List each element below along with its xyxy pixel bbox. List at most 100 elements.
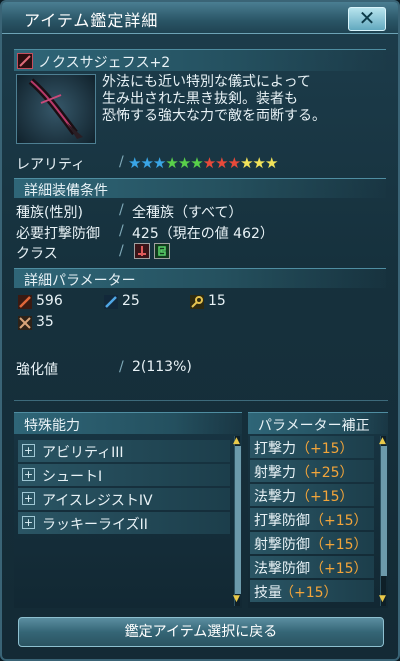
bonus-label: 打撃力 [254,441,296,457]
bonus-row: 打撃防御 （+15） [250,508,374,530]
description-line: 恐怖する強大な力で敵を両断する。 [102,108,326,124]
bonus-label: 射撃防御 [254,537,310,553]
item-appraisal-window: アイテム鑑定詳細 ✕ ノクスサジェフス+2 外法にも近い特別な儀式によって 生み… [0,0,400,661]
ability-label: アビリティIII [42,445,124,461]
rarity-star-icon: ★ [140,154,153,172]
bonus-row: 射撃防御 （+15） [250,532,374,554]
special-abilities-panel: 特殊能力 + アビリティIII + シュートI + アイスレジストIV + ラッ… [14,412,242,608]
ability-label: アイスレジストIV [42,493,153,509]
bonus-value: （+15） [310,513,368,529]
ranged-attack-icon [104,295,118,309]
expand-plus-icon[interactable]: + [22,444,35,457]
bonus-row: 法撃力 （+15） [250,484,374,506]
grind-label: 強化値 [16,362,58,378]
rarity-star-icon: ★ [264,154,278,172]
def-separator: / [119,223,124,239]
bonus-value: （+15） [310,537,368,553]
bonus-scrollbar[interactable]: ▲ ▼ [379,436,387,606]
back-to-selection-button[interactable]: 鑑定アイテム選択に戻る [18,617,384,647]
striking-attack-icon [18,295,32,309]
class-separator: / [119,243,124,259]
parameter-bonus-header: パラメーター補正 [248,412,388,434]
bonus-value: （+15） [296,489,354,505]
bonus-value: （+15） [310,561,368,577]
title-bar: アイテム鑑定詳細 ✕ [2,2,398,34]
rarity-star-icon: ★ [165,154,178,172]
expand-plus-icon[interactable]: + [22,468,35,481]
race-separator: / [119,202,124,218]
scroll-down-arrow-icon[interactable]: ▼ [233,594,240,604]
bonus-label: 打撃防御 [254,513,310,529]
rarity-stars: ★★★★★★★★★★★★ [128,154,278,172]
bonus-label: 射撃力 [254,465,296,481]
ability-item[interactable]: + アビリティIII [18,440,230,462]
rarity-star-icon: ★ [202,154,216,172]
ability-item[interactable]: + アイスレジストIV [18,488,230,510]
rarity-star-icon: ★ [190,154,203,172]
def-requirement-label: 必要打撃防御 [16,226,100,242]
grind-value: 2(113%) [132,359,192,375]
fighter-icon [154,243,170,259]
grind-separator: / [119,359,124,375]
item-name: ノクスサジェフス+2 [38,55,171,71]
def-requirement-value: 425（現在の値 462） [132,226,274,242]
special-abilities-header: 特殊能力 [14,412,242,434]
close-button[interactable]: ✕ [348,7,386,31]
rarity-star-icon: ★ [240,154,253,172]
ability-label: シュートI [42,469,103,485]
rarity-star-icon: ★ [215,154,228,172]
parameter-bonus-panel: パラメーター補正 打撃力 （+15） 射撃力 （+25） 法撃力 （+15） 打… [248,412,388,608]
item-description: 外法にも近い特別な儀式によって 生み出された黒き抜剣。装者も 恐怖する強大な力で… [102,74,392,125]
striking-attack-value: 596 [36,293,63,309]
special-abilities-header-label: 特殊能力 [24,418,80,434]
expand-plus-icon[interactable]: + [22,492,35,505]
requirements-header: 詳細装備条件 [14,178,386,199]
section-divider [14,400,388,401]
bonus-label: 法撃力 [254,489,296,505]
dexterity-icon [18,316,32,330]
bonus-value: （+15） [280,585,338,601]
description-line: 生み出された黒き抜剣。装者も [102,91,298,107]
sword-category-icon [17,53,33,69]
technique-attack-icon [190,295,204,309]
rarity-star-icon: ★ [177,154,191,172]
scroll-down-arrow-icon[interactable]: ▼ [379,594,386,604]
item-image [16,74,96,144]
rarity-separator: / [119,154,124,170]
requirements-header-label: 詳細装備条件 [24,183,108,199]
dexterity-value: 35 [36,314,54,330]
description-line: 外法にも近い特別な儀式によって [102,74,311,90]
ability-item[interactable]: + シュートI [18,464,230,486]
bonus-row: 法撃防御 （+15） [250,556,374,578]
abilities-scrollbar[interactable]: ▲ ▼ [233,436,241,606]
rarity-label: レアリティ [16,157,86,173]
item-name-row: ノクスサジェフス+2 [14,49,386,71]
race-label: 種族(性別) [16,205,83,221]
bonus-value: （+15） [296,441,354,457]
bonus-scroll-thumb[interactable] [381,446,387,576]
hunter-icon [134,243,150,259]
rarity-star-icon: ★ [227,154,241,172]
class-label: クラス [16,246,58,262]
expand-plus-icon[interactable]: + [22,516,35,529]
abilities-scroll-thumb[interactable] [235,446,241,594]
scroll-up-arrow-icon[interactable]: ▲ [233,436,240,446]
scroll-up-arrow-icon[interactable]: ▲ [379,436,386,446]
bonus-row: 打撃力 （+15） [250,436,374,458]
parameters-header: 詳細パラメーター [14,268,386,289]
ability-label: ラッキーライズII [42,517,148,533]
bonus-label: 技量 [254,585,282,601]
bonus-label: 法撃防御 [254,561,310,577]
bonus-row: 技量 （+15） [250,580,374,602]
rarity-star-icon: ★ [152,154,166,172]
ranged-attack-value: 25 [122,293,140,309]
bonus-row: 射撃力 （+25） [250,460,374,482]
race-value: 全種族（すべて） [132,205,243,221]
rarity-star-icon: ★ [128,154,141,172]
ability-item[interactable]: + ラッキーライズII [18,512,230,534]
bonus-value: （+25） [296,465,354,481]
rarity-star-icon: ★ [252,154,266,172]
window-title: アイテム鑑定詳細 [24,11,159,30]
technique-attack-value: 15 [208,293,226,309]
parameters-header-label: 詳細パラメーター [24,273,136,289]
